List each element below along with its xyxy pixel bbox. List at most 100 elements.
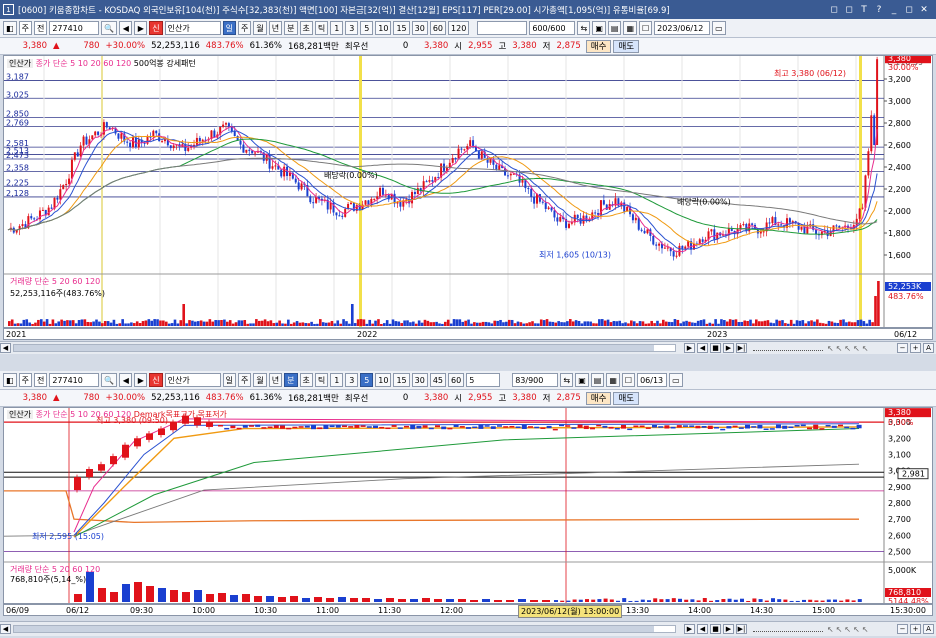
- top-zoom-icon[interactable]: ⇆: [577, 21, 591, 35]
- play-icon[interactable]: ▶: [723, 343, 734, 353]
- bottom-zoom-icon[interactable]: ⇆: [560, 373, 574, 387]
- link-icon[interactable]: ◻: [828, 5, 840, 15]
- top-date-input[interactable]: 2023/06/12: [654, 21, 711, 35]
- top-period-week[interactable]: 주: [238, 21, 252, 35]
- chart-type-icon[interactable]: ◧: [3, 21, 17, 35]
- bottom-period-second[interactable]: 초: [299, 373, 313, 387]
- bottom-tools-icons[interactable]: ↖↖↖↖↖: [827, 625, 897, 634]
- bottom-sell-button[interactable]: 매도: [613, 391, 640, 405]
- bottom-calendar-icon[interactable]: ▭: [669, 373, 683, 387]
- bottom-font-a-icon[interactable]: A: [923, 624, 934, 634]
- bottom-interval-45[interactable]: 45: [429, 373, 447, 387]
- bottom-interval-15[interactable]: 15: [393, 373, 410, 387]
- top-market-select[interactable]: 전: [33, 21, 48, 35]
- bottom-period-day[interactable]: 일: [222, 373, 237, 387]
- top-interval-60[interactable]: 60: [429, 21, 447, 35]
- bottom-interval-5[interactable]: 5: [360, 373, 374, 387]
- top-lock-icon[interactable]: ▣: [592, 21, 606, 35]
- top-period-year[interactable]: 년: [268, 21, 283, 35]
- bottom-chart-canvas[interactable]: 3,3003,2003,1003,0002,9002,8002,7002,600…: [4, 408, 932, 603]
- top-buy-button[interactable]: 매수: [585, 39, 612, 53]
- top-price-chart[interactable]: 3,187 3,025 2,850 2,769 2,581 2,513 2,473 2,358…: [3, 55, 933, 328]
- top-speed-slider[interactable]: [753, 345, 823, 351]
- bottom-date-check[interactable]: ☐: [621, 373, 636, 387]
- bottom-name-field[interactable]: 인산가: [164, 373, 221, 387]
- bottom-end-icon[interactable]: ▶|: [736, 624, 747, 634]
- bottom-scroll-track[interactable]: [13, 625, 676, 633]
- top-period-tick[interactable]: 틱: [314, 21, 329, 35]
- bottom-buy-button[interactable]: 매수: [585, 391, 612, 405]
- bottom-zoom-in-icon[interactable]: +: [910, 624, 921, 634]
- bottom-count-select[interactable]: 5: [466, 373, 501, 387]
- top-grid-icon[interactable]: ▦: [623, 21, 637, 35]
- font-a-icon[interactable]: A: [923, 343, 934, 353]
- zoom-out-icon[interactable]: −: [897, 343, 908, 353]
- minimize-button[interactable]: _: [888, 5, 900, 15]
- bottom-chart-type-icon[interactable]: ◧: [3, 373, 17, 387]
- top-sell-button[interactable]: 매도: [613, 39, 640, 53]
- bottom-play-back-icon[interactable]: ◀: [697, 624, 708, 634]
- top-name-field[interactable]: 인산가: [164, 21, 221, 35]
- top-period-minute[interactable]: 분: [284, 21, 298, 35]
- bottom-period-year[interactable]: 년: [268, 373, 283, 387]
- bottom-scroll-right-icon[interactable]: ▶: [684, 624, 695, 634]
- top-save-icon[interactable]: ▤: [607, 21, 622, 35]
- bottom-grid-icon[interactable]: ▦: [606, 373, 620, 387]
- top-tools-icons[interactable]: ↖↖↖↖↖: [827, 344, 897, 353]
- bottom-next-stock-icon[interactable]: ▶: [134, 373, 148, 387]
- prev-stock-icon[interactable]: ◀: [119, 21, 133, 35]
- bottom-stop-icon[interactable]: ■: [710, 624, 721, 634]
- next-stock-icon[interactable]: ▶: [134, 21, 148, 35]
- bottom-interval-60[interactable]: 60: [448, 373, 465, 387]
- bottom-scroll-left-icon[interactable]: ◀: [0, 624, 11, 634]
- top-code-input[interactable]: 277410: [49, 21, 100, 35]
- close-button[interactable]: ✕: [918, 5, 930, 15]
- bottom-period-week[interactable]: 주: [238, 373, 252, 387]
- bottom-interval-1[interactable]: 1: [330, 373, 344, 387]
- play-back-icon[interactable]: ◀: [697, 343, 708, 353]
- bottom-interval-10[interactable]: 10: [375, 373, 392, 387]
- bottom-market-select[interactable]: 전: [33, 373, 48, 387]
- bottom-lock-icon[interactable]: ▣: [575, 373, 589, 387]
- scroll-right-icon[interactable]: ▶: [684, 343, 695, 353]
- top-count-input[interactable]: 600/600: [529, 21, 576, 35]
- zoom-in-icon[interactable]: +: [910, 343, 921, 353]
- top-interval-10[interactable]: 10: [375, 21, 392, 35]
- help-icon[interactable]: ?: [873, 5, 885, 15]
- top-chart-canvas[interactable]: 3,1873,0252,8502,7692,5812,5132,4732,358…: [4, 56, 932, 327]
- top-calendar-icon[interactable]: ▭: [712, 21, 726, 35]
- bottom-count-input[interactable]: 83/900: [512, 373, 559, 387]
- top-interval-input[interactable]: [477, 21, 528, 35]
- top-period-day[interactable]: 일: [222, 21, 237, 35]
- top-interval-15[interactable]: 15: [393, 21, 410, 35]
- text-icon[interactable]: T: [858, 5, 870, 15]
- bottom-scroll-thumb[interactable]: [14, 626, 654, 632]
- top-interval-30[interactable]: 30: [411, 21, 428, 35]
- top-interval-1[interactable]: 1: [330, 21, 344, 35]
- top-scroll-track[interactable]: [13, 344, 676, 352]
- top-mode-select[interactable]: 주: [18, 21, 32, 35]
- bottom-code-input[interactable]: 277410: [49, 373, 100, 387]
- bottom-period-tick[interactable]: 틱: [314, 373, 329, 387]
- bottom-speed-slider[interactable]: [753, 626, 823, 632]
- bottom-zoom-out-icon[interactable]: −: [897, 624, 908, 634]
- scroll-left-icon[interactable]: ◀: [0, 343, 11, 353]
- bottom-price-chart[interactable]: 3,3003,2003,1003,0002,9002,8002,7002,600…: [3, 407, 933, 604]
- bottom-period-month[interactable]: 월: [253, 373, 267, 387]
- bottom-play-icon[interactable]: ▶: [723, 624, 734, 634]
- bottom-interval-30[interactable]: 30: [411, 373, 428, 387]
- bottom-search-icon[interactable]: 🔍: [101, 373, 118, 387]
- bottom-mode-select[interactable]: 주: [18, 373, 32, 387]
- top-date-check[interactable]: ☐: [639, 21, 653, 35]
- top-interval-5[interactable]: 5: [360, 21, 374, 35]
- top-period-month[interactable]: 월: [253, 21, 267, 35]
- stop-icon[interactable]: ■: [710, 343, 721, 353]
- bottom-scrollbar[interactable]: ◀ ▶ ◀ ■ ▶ ▶| ↖↖↖↖↖ − + A: [0, 621, 936, 636]
- top-interval-3[interactable]: 3: [345, 21, 359, 35]
- top-interval-120[interactable]: 120: [448, 21, 470, 35]
- end-icon[interactable]: ▶|: [736, 343, 747, 353]
- top-period-second[interactable]: 초: [299, 21, 313, 35]
- bottom-prev-stock-icon[interactable]: ◀: [119, 373, 133, 387]
- bottom-interval-3[interactable]: 3: [345, 373, 359, 387]
- bottom-period-minute[interactable]: 분: [284, 373, 298, 387]
